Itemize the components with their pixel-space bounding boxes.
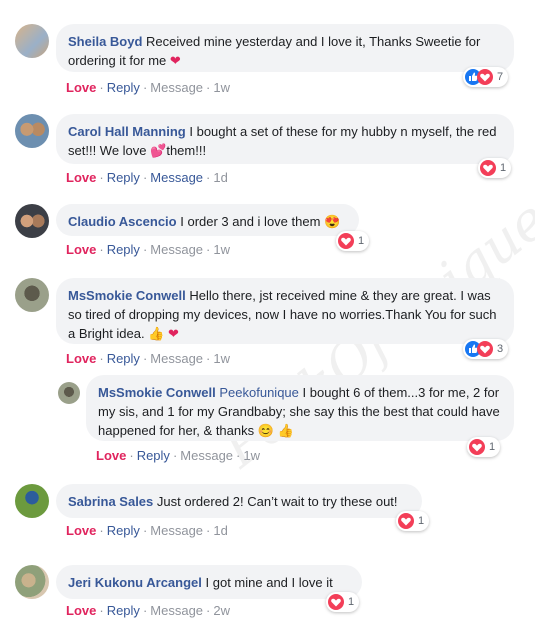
reaction-number: 1 <box>418 515 425 527</box>
reaction-count[interactable]: 1 <box>326 592 360 612</box>
avatar[interactable] <box>15 484 49 518</box>
timestamp[interactable]: 1w <box>213 80 230 95</box>
comment-actions: Love · Reply · Message · 1d <box>66 170 228 185</box>
avatar[interactable] <box>15 204 49 238</box>
comment-bubble: MsSmokie Conwell Peekofunique I bought 6… <box>86 375 514 441</box>
message-link[interactable]: Message <box>150 603 203 618</box>
thumbs-up-emoji: 👍 <box>277 423 294 438</box>
reaction-number: 1 <box>358 235 365 247</box>
comment-bubble: MsSmokie Conwell Hello there, jst receiv… <box>56 278 514 344</box>
message-link[interactable]: Message <box>180 448 233 463</box>
timestamp[interactable]: 1d <box>213 170 227 185</box>
comment-actions: Love · Reply · Message · 1w <box>96 448 260 463</box>
comment-bubble: Jeri Kukonu Arcangel I got mine and I lo… <box>56 565 362 599</box>
comment-author[interactable]: MsSmokie Conwell <box>68 288 186 303</box>
reply-link[interactable]: Reply <box>107 523 140 538</box>
comment-text: Just ordered 2! Can’t wait to try these … <box>156 494 398 509</box>
timestamp[interactable]: 1w <box>243 448 260 463</box>
love-reaction-icon <box>328 594 344 610</box>
love-link[interactable]: Love <box>96 448 126 463</box>
avatar[interactable] <box>15 24 49 58</box>
love-link[interactable]: Love <box>66 523 96 538</box>
reply-link[interactable]: Reply <box>107 170 140 185</box>
heart-emoji: ❤ <box>169 53 181 68</box>
reaction-number: 7 <box>497 71 504 83</box>
reply-link[interactable]: Reply <box>107 351 140 366</box>
message-link[interactable]: Message <box>150 523 203 538</box>
comment-actions: Love · Reply · Message · 2w <box>66 603 230 618</box>
heart-emoji: ❤ <box>168 326 179 341</box>
reaction-count[interactable]: 3 <box>463 339 509 359</box>
timestamp[interactable]: 1w <box>213 242 230 257</box>
comment-actions: Love · Reply · Message · 1w <box>66 351 230 366</box>
timestamp[interactable]: 1d <box>213 523 227 538</box>
reply-link[interactable]: Reply <box>107 603 140 618</box>
avatar[interactable] <box>15 114 49 148</box>
reaction-count[interactable]: 1 <box>396 511 430 531</box>
comment-author[interactable]: Carol Hall Manning <box>68 124 186 139</box>
comment-actions: Love · Reply · Message · 1w <box>66 242 230 257</box>
reaction-count[interactable]: 7 <box>463 67 509 87</box>
timestamp[interactable]: 2w <box>213 603 230 618</box>
comment-author[interactable]: Sabrina Sales <box>68 494 153 509</box>
heart-eyes-emoji: 😍 <box>324 214 341 229</box>
comment-author[interactable]: Jeri Kukonu Arcangel <box>68 575 202 590</box>
reaction-number: 1 <box>500 162 507 174</box>
reaction-count[interactable]: 1 <box>467 437 501 457</box>
comment-bubble: Sheila Boyd Received mine yesterday and … <box>56 24 514 72</box>
comment-text: I got mine and I love it <box>205 575 333 590</box>
message-link[interactable]: Message <box>150 80 203 95</box>
reaction-number: 3 <box>497 343 504 355</box>
smile-emoji: 😊 <box>257 423 274 438</box>
message-link[interactable]: Message <box>150 242 203 257</box>
love-link[interactable]: Love <box>66 80 96 95</box>
comment-author[interactable]: Sheila Boyd <box>68 34 142 49</box>
reply-link[interactable]: Reply <box>107 242 140 257</box>
comment-actions: Love · Reply · Message · 1w <box>66 80 230 95</box>
thumbs-up-emoji: 👍 <box>148 326 165 341</box>
mention-link[interactable]: Peekofunique <box>219 385 299 400</box>
reaction-number: 1 <box>489 441 496 453</box>
love-reaction-icon <box>338 233 354 249</box>
avatar[interactable] <box>15 278 49 312</box>
reaction-count[interactable]: 1 <box>336 231 370 251</box>
comment-bubble: Carol Hall Manning I bought a set of the… <box>56 114 514 164</box>
love-reaction-icon <box>469 439 485 455</box>
reply-link[interactable]: Reply <box>137 448 170 463</box>
comment-author[interactable]: Claudio Ascencio <box>68 214 177 229</box>
reaction-number: 1 <box>348 596 355 608</box>
love-link[interactable]: Love <box>66 242 96 257</box>
reaction-count[interactable]: 1 <box>478 158 512 178</box>
comment-text: them!!! <box>166 143 207 158</box>
message-link[interactable]: Message <box>150 170 203 185</box>
love-reaction-icon <box>398 513 414 529</box>
comment-author[interactable]: MsSmokie Conwell <box>98 385 216 400</box>
reply-link[interactable]: Reply <box>107 80 140 95</box>
comment-text: I order 3 and i love them <box>180 214 321 229</box>
message-link[interactable]: Message <box>150 351 203 366</box>
love-reaction-icon <box>480 160 496 176</box>
comment-actions: Love · Reply · Message · 1d <box>66 523 228 538</box>
comment-bubble: Claudio Ascencio I order 3 and i love th… <box>56 204 359 236</box>
comment-bubble: Sabrina Sales Just ordered 2! Can’t wait… <box>56 484 422 518</box>
love-link[interactable]: Love <box>66 170 96 185</box>
heart-emoji: 💕 <box>150 143 167 158</box>
love-reaction-icon <box>477 341 493 357</box>
love-link[interactable]: Love <box>66 351 96 366</box>
love-reaction-icon <box>477 69 493 85</box>
love-link[interactable]: Love <box>66 603 96 618</box>
timestamp[interactable]: 1w <box>213 351 230 366</box>
avatar[interactable] <box>15 565 49 599</box>
avatar[interactable] <box>58 382 80 404</box>
